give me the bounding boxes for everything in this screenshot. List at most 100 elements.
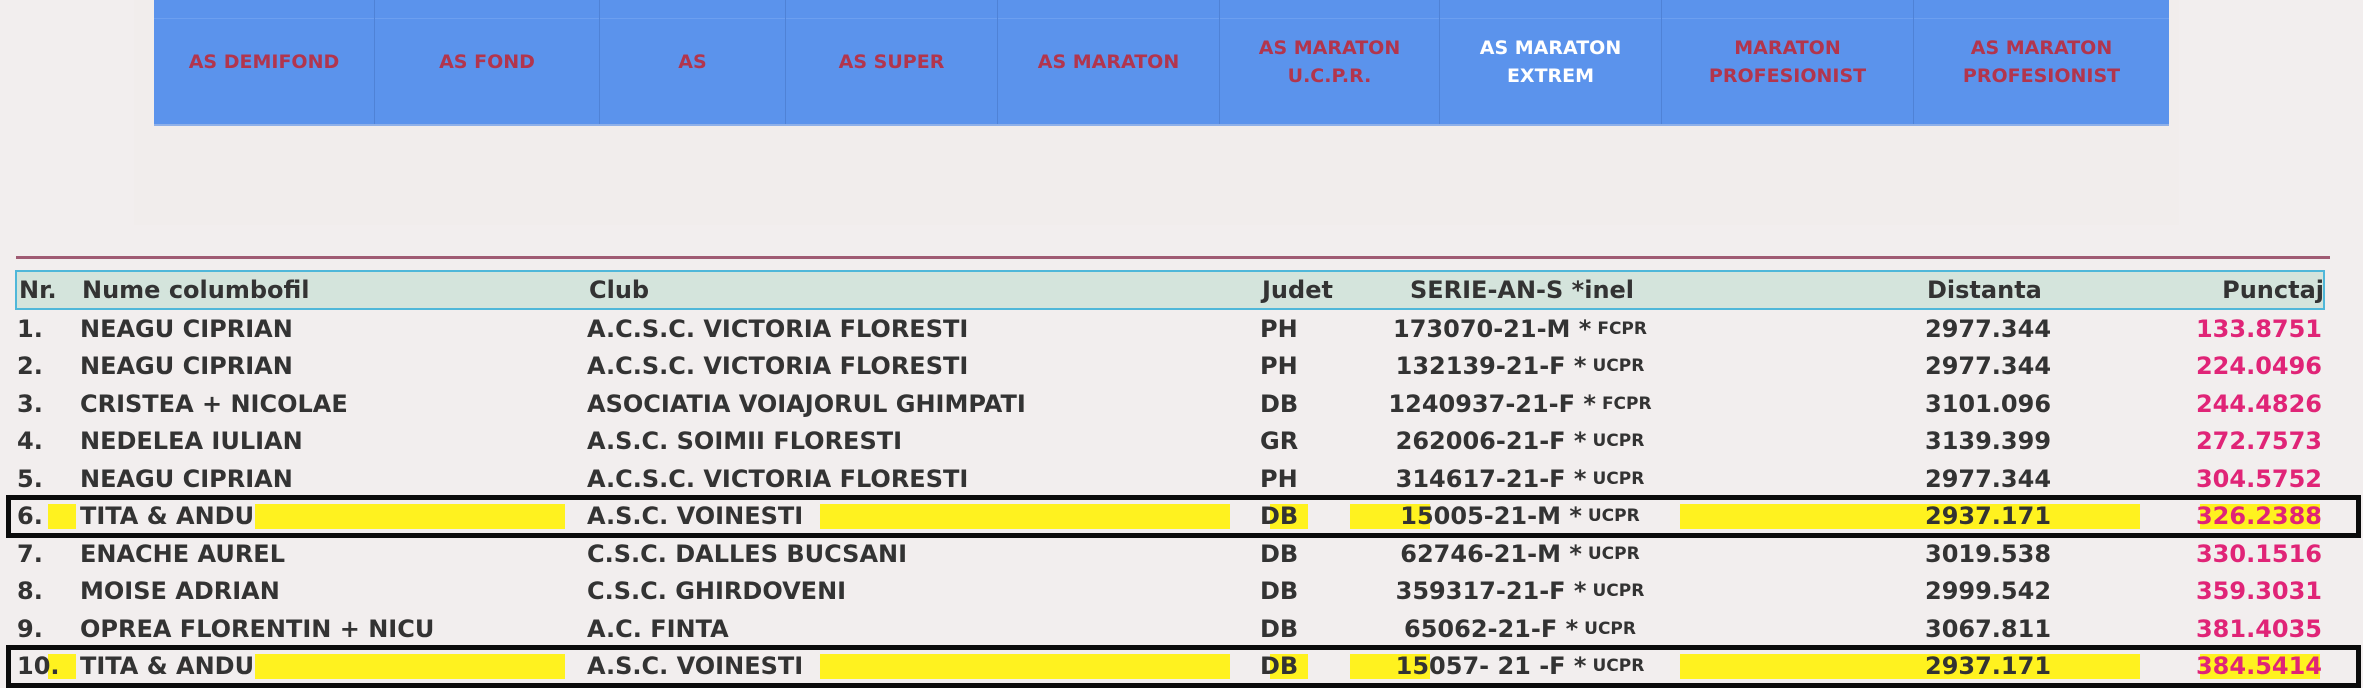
table-row: 1.NEAGU CIPRIANA.C.S.C. VICTORIA FLOREST… [15, 310, 2325, 348]
row-serie-text: 65062-21-F * [1404, 615, 1578, 643]
row-name: CRISTEA + NICOLAE [80, 385, 580, 423]
table-row: 10.TITA & ANDUA.S.C. VOINESTIDB15057- 21… [15, 648, 2325, 686]
row-club-text: A.S.C. SOIMII FLORESTI [587, 427, 902, 455]
row-ring-code: UCPR [1588, 506, 1640, 526]
row-name-text: NEAGU CIPRIAN [80, 465, 293, 493]
header-club: Club [589, 272, 1249, 308]
table-row: 5.NEAGU CIPRIANA.C.S.C. VICTORIA FLOREST… [15, 460, 2325, 498]
row-punctaj-text: 224.0496 [2196, 352, 2322, 380]
row-serie-text: 314617-21-F * [1396, 465, 1587, 493]
row-name: TITA & ANDU [80, 648, 580, 686]
row-name-text: CRISTEA + NICOLAE [80, 390, 348, 418]
row-punctaj-text: 244.4826 [2196, 390, 2322, 418]
row-nr: 9. [17, 610, 77, 648]
row-serie: 62746-21-M * UCPR [1345, 535, 1695, 573]
row-judet-text: PH [1260, 465, 1298, 493]
tab-as-fond[interactable]: AS FOND [374, 0, 599, 124]
row-serie: 173070-21-M *FCPR [1345, 310, 1695, 348]
row-club-text: C.S.C. GHIRDOVENI [587, 577, 846, 605]
row-nr-text: 4. [17, 427, 43, 455]
row-distanta: 2977.344 [1925, 348, 2125, 386]
table-row: 7.ENACHE AURELC.S.C. DALLES BUCSANIDB627… [15, 535, 2325, 573]
row-name: NEAGU CIPRIAN [80, 460, 580, 498]
row-name: OPREA FLORENTIN + NICU [80, 610, 580, 648]
results-table: Nr. Nume columbofil Club Judet SERIE-AN-… [15, 270, 2325, 685]
table-row: 6.TITA & ANDUA.S.C. VOINESTIDB15005-21-M… [15, 498, 2325, 536]
tab-as-super[interactable]: AS SUPER [785, 0, 997, 124]
row-name-text: TITA & ANDU [80, 652, 254, 680]
row-nr-text: 8. [17, 577, 43, 605]
row-serie-text: 132139-21-F * [1396, 352, 1587, 380]
row-punctaj-text: 330.1516 [2196, 540, 2322, 568]
row-serie: 15005-21-M *UCPR [1345, 498, 1695, 536]
row-club: A.C.S.C. VICTORIA FLORESTI [587, 348, 1247, 386]
row-nr: 4. [17, 423, 77, 461]
row-distanta-text: 2937.171 [1925, 652, 2051, 680]
row-nr: 6. [17, 498, 77, 536]
row-distanta: 2937.171 [1925, 498, 2125, 536]
row-serie: 1240937-21-F *FCPR [1345, 385, 1695, 423]
row-nr-text: 7. [17, 540, 43, 568]
row-ring-code: UCPR [1588, 544, 1640, 564]
row-judet-text: DB [1260, 615, 1298, 643]
tab-maraton-profesionist[interactable]: MARATON PROFESIONIST [1661, 0, 1913, 124]
row-club: A.S.C. SOIMII FLORESTI [587, 423, 1247, 461]
row-club-text: A.C. FINTA [587, 615, 729, 643]
tab-as-maraton-profesionist[interactable]: AS MARATON PROFESIONIST [1913, 0, 2169, 124]
table-row: 2.NEAGU CIPRIANA.C.S.C. VICTORIA FLOREST… [15, 348, 2325, 386]
row-serie: 359317-21-F *UCPR [1345, 573, 1695, 611]
row-judet-text: DB [1260, 577, 1298, 605]
row-serie-text: 62746-21-M * [1400, 540, 1582, 568]
table-row: 3.CRISTEA + NICOLAE ASOCIATIA VOIAJORUL G… [15, 385, 2325, 423]
tab-as-demifond[interactable]: AS DEMIFOND [154, 0, 374, 124]
row-judet-text: DB [1260, 390, 1298, 418]
row-club-text: A.C.S.C. VICTORIA FLORESTI [587, 315, 968, 343]
row-judet-text: GR [1260, 427, 1298, 455]
category-nav-bar: AS DEMIFOND AS FOND AS AS SUPER AS MARAT… [154, 0, 2169, 126]
row-serie-text: 262006-21-F * [1396, 427, 1587, 455]
row-punctaj-text: 272.7573 [2196, 427, 2322, 455]
row-distanta-text: 3139.399 [1925, 427, 2051, 455]
table-row: 9.OPREA FLORENTIN + NICU A.C. FINTA DB 6506… [15, 610, 2325, 648]
row-nr: 5. [17, 460, 77, 498]
row-name-text: NEAGU CIPRIAN [80, 352, 293, 380]
row-distanta: 3101.096 [1925, 385, 2125, 423]
header-punctaj: Punctaj [2127, 272, 2324, 308]
row-name-text: NEAGU CIPRIAN [80, 315, 293, 343]
row-judet: DB [1260, 498, 1350, 536]
tab-as[interactable]: AS [599, 0, 785, 124]
row-serie: 314617-21-F *UCPR [1345, 460, 1695, 498]
tab-as-maraton[interactable]: AS MARATON [997, 0, 1219, 124]
row-punctaj: 359.3031 [2125, 573, 2322, 611]
row-club: A.S.C. VOINESTI [587, 498, 1247, 536]
row-serie: 15057- 21 -F *UCPR [1345, 648, 1695, 686]
row-judet-text: DB [1260, 502, 1298, 530]
row-judet: DB [1260, 648, 1350, 686]
row-name-text: MOISE ADRIAN [80, 577, 280, 605]
row-punctaj-text: 381.4035 [2196, 615, 2322, 643]
row-ring-code: UCPR [1592, 656, 1644, 676]
row-ring-code: UCPR [1592, 356, 1644, 376]
tab-as-maraton-extrem[interactable]: AS MARATON EXTREM [1439, 0, 1661, 124]
row-ring-code: UCPR [1592, 469, 1644, 489]
row-name: NEAGU CIPRIAN [80, 348, 580, 386]
row-distanta-text: 2999.542 [1925, 577, 2051, 605]
row-distanta-text: 3019.538 [1925, 540, 2051, 568]
row-club-text: ASOCIATIA VOIAJORUL GHIMPATI [587, 390, 1026, 418]
row-club-text: A.S.C. VOINESTI [587, 652, 803, 680]
row-nr: 8. [17, 573, 77, 611]
row-serie: 262006-21-F *UCPR [1345, 423, 1695, 461]
row-serie-text: 173070-21-M * [1393, 315, 1591, 343]
row-nr: 7. [17, 535, 77, 573]
row-punctaj-text: 304.5752 [2196, 465, 2322, 493]
tab-as-maraton-ucpr[interactable]: AS MARATON U.C.P.R. [1219, 0, 1439, 124]
row-punctaj: 133.8751 [2125, 310, 2322, 348]
header-judet: Judet [1262, 272, 1352, 308]
row-nr: 3. [17, 385, 77, 423]
row-distanta: 2999.542 [1925, 573, 2125, 611]
row-name-text: OPREA FLORENTIN + NICU [80, 615, 434, 643]
row-name: ENACHE AUREL [80, 535, 580, 573]
row-club: A.C.S.C. VICTORIA FLORESTI [587, 310, 1247, 348]
row-serie-text: 15057- 21 -F * [1396, 652, 1587, 680]
row-distanta: 3019.538 [1925, 535, 2125, 573]
